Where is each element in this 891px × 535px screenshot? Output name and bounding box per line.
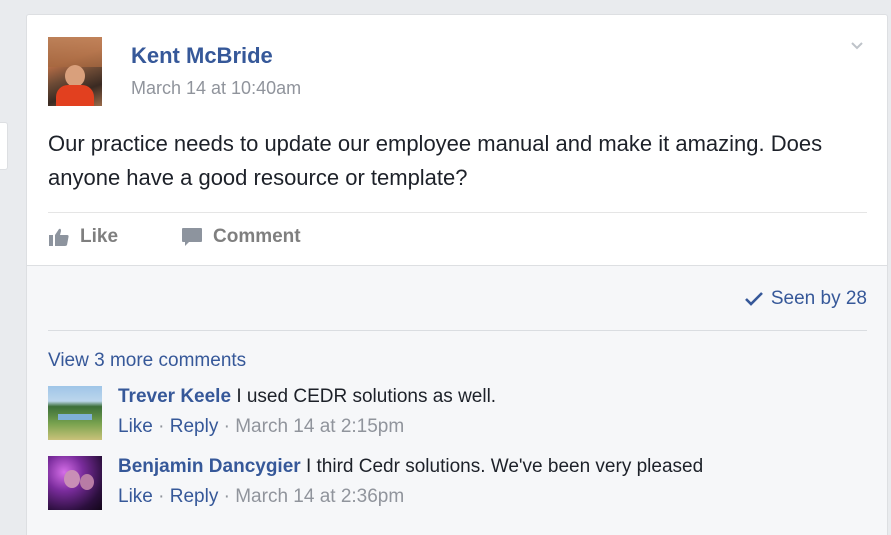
adjacent-panel-edge bbox=[0, 122, 8, 170]
comment-button[interactable]: Comment bbox=[181, 225, 301, 249]
like-button[interactable]: Like bbox=[48, 225, 118, 249]
separator: · bbox=[158, 416, 165, 437]
comment-timestamp[interactable]: March 14 at 2:15pm bbox=[235, 416, 404, 437]
comment-text: I used CEDR solutions as well. bbox=[236, 386, 497, 407]
thumbs-up-icon bbox=[49, 228, 69, 246]
comment-timestamp[interactable]: March 14 at 2:36pm bbox=[235, 486, 404, 507]
post-author-name[interactable]: Kent McBride bbox=[131, 43, 273, 69]
post-body-text: Our practice needs to update our employe… bbox=[48, 131, 823, 190]
comment-author[interactable]: Benjamin Dancygier bbox=[118, 456, 301, 477]
divider bbox=[48, 330, 867, 331]
view-more-comments-link[interactable]: View 3 more comments bbox=[48, 350, 246, 372]
comment-text: I third Cedr solutions. We've been very … bbox=[305, 456, 704, 477]
chevron-down-icon[interactable] bbox=[847, 37, 867, 57]
speech-bubble-icon bbox=[182, 228, 202, 246]
comment-author[interactable]: Trever Keele bbox=[118, 386, 231, 407]
separator: · bbox=[223, 416, 230, 437]
seen-by-indicator[interactable]: Seen by 28 bbox=[744, 288, 867, 310]
separator: · bbox=[158, 486, 165, 507]
comment-reply-link[interactable]: Reply bbox=[170, 416, 219, 437]
checkmark-icon bbox=[744, 292, 763, 306]
comment-like-link[interactable]: Like bbox=[118, 486, 153, 507]
comments-section: Seen by 28 View 3 more comments Trever K… bbox=[27, 265, 887, 535]
seen-by-label: Seen by 28 bbox=[770, 288, 867, 309]
comment-label: Comment bbox=[213, 226, 301, 247]
post-card: Kent McBride March 14 at 10:40am Our pra… bbox=[26, 14, 888, 535]
post-timestamp[interactable]: March 14 at 10:40am bbox=[131, 78, 301, 99]
comment-item: Trever Keele I used CEDR solutions as we… bbox=[48, 386, 867, 442]
author-avatar[interactable] bbox=[48, 37, 102, 106]
comment-reply-link[interactable]: Reply bbox=[170, 486, 219, 507]
comment-like-link[interactable]: Like bbox=[118, 416, 153, 437]
commenter-avatar[interactable] bbox=[48, 386, 102, 440]
commenter-avatar[interactable] bbox=[48, 456, 102, 510]
comment-item: Benjamin Dancygier I third Cedr solution… bbox=[48, 456, 867, 512]
like-label: Like bbox=[80, 226, 119, 247]
divider bbox=[48, 212, 867, 213]
separator: · bbox=[223, 486, 230, 507]
